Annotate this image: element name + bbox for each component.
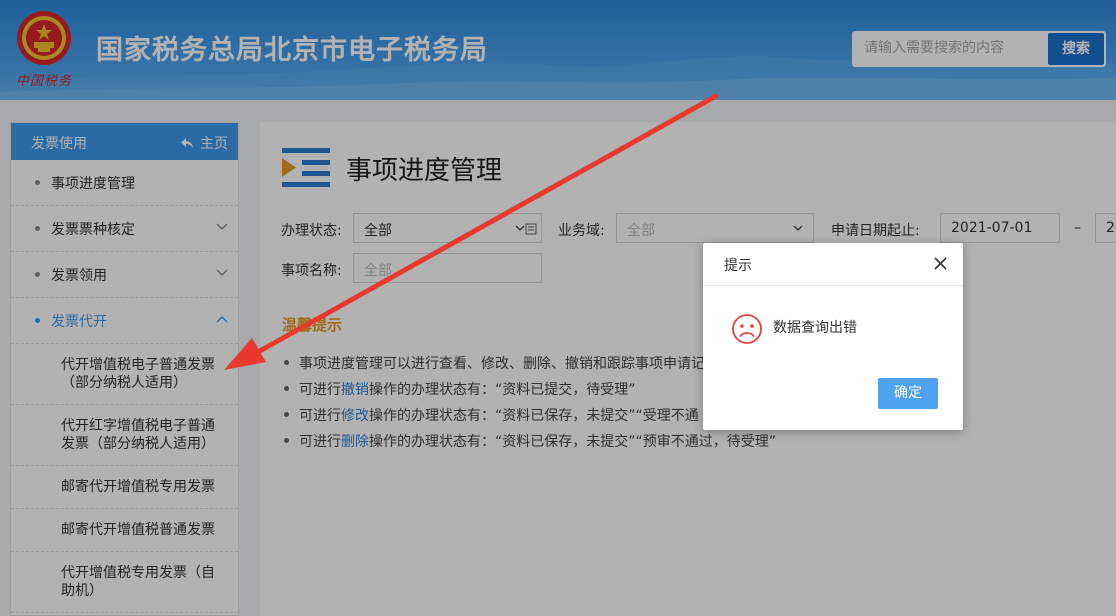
dialog-header: 提示 [703,243,963,286]
alert-dialog: 提示 数据查询出错 确定 [703,243,963,430]
confirm-button[interactable]: 确定 [878,378,938,409]
dialog-title: 提示 [724,258,752,274]
close-icon[interactable] [934,257,947,270]
sad-face-icon [732,314,762,344]
dialog-message: 数据查询出错 [773,320,857,336]
